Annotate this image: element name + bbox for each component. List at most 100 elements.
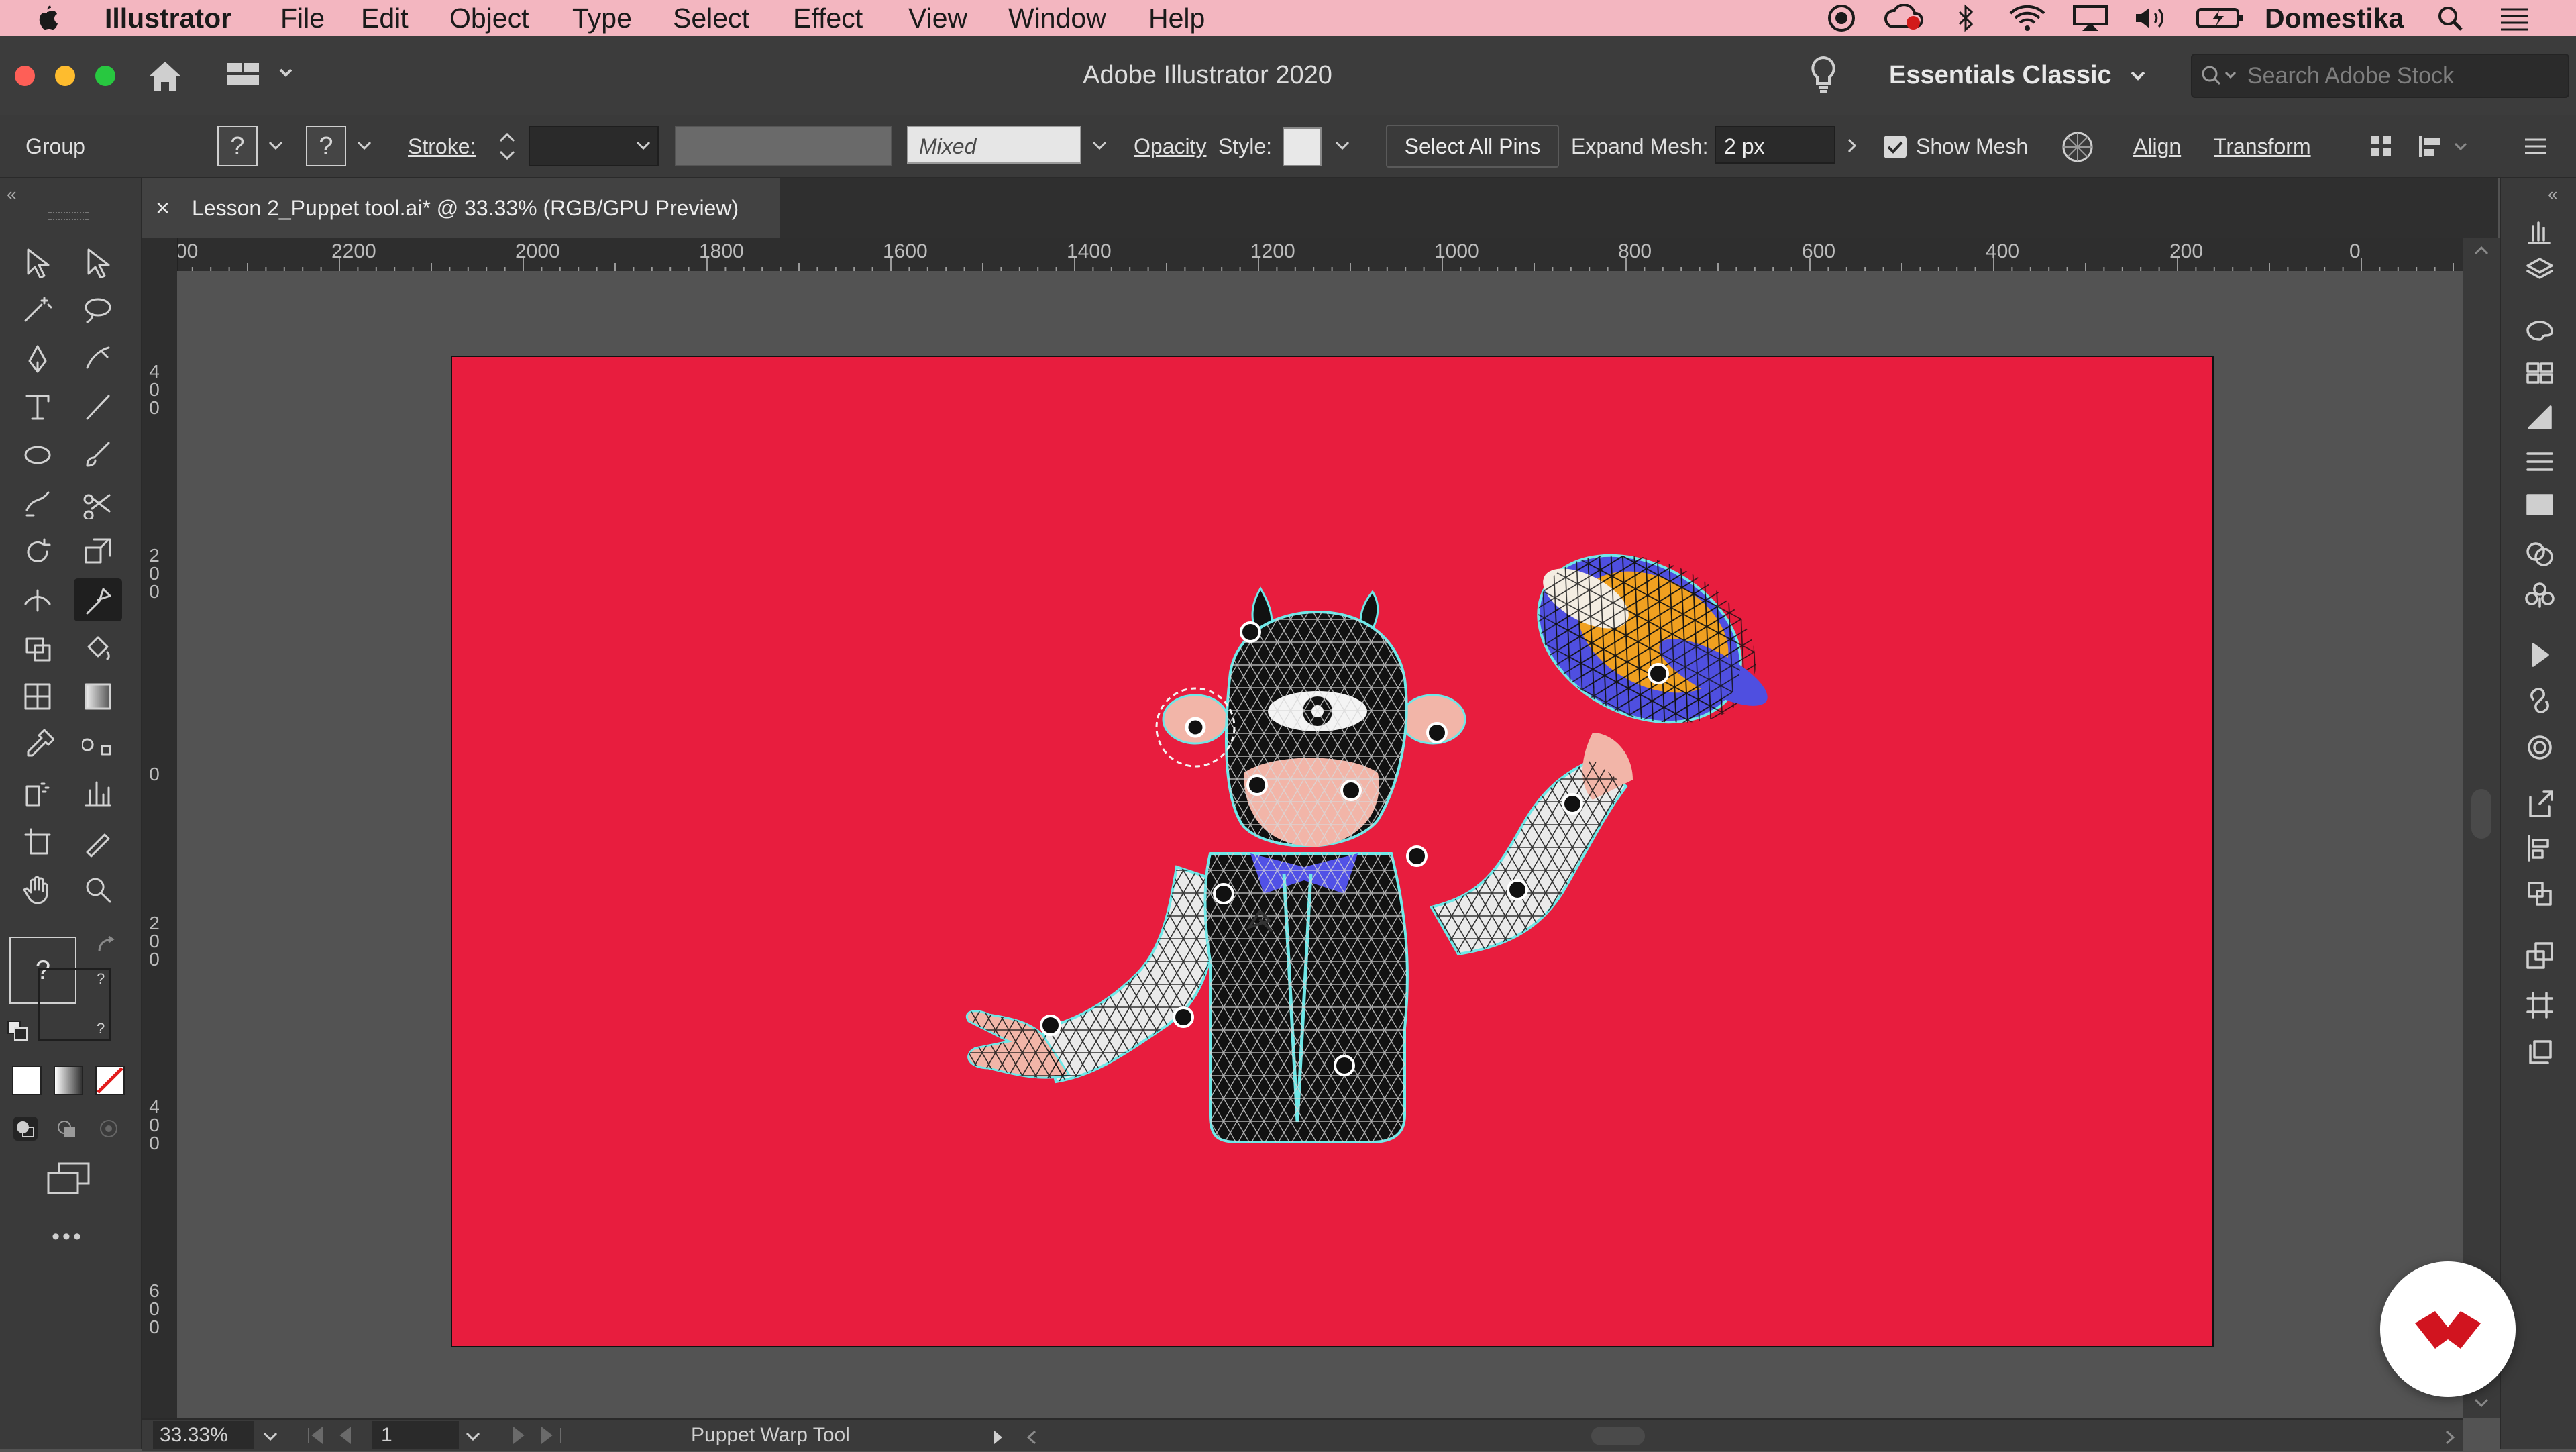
hat-shape[interactable]	[1509, 522, 1784, 756]
curvature-tool-icon[interactable]	[74, 337, 122, 380]
airplay-icon[interactable]	[2072, 4, 2109, 32]
horizontal-scroll-thumb[interactable]	[1591, 1427, 1645, 1445]
zoom-dropdown-chevron-icon[interactable]	[260, 1427, 280, 1447]
menu-window[interactable]: Window	[1008, 0, 1106, 36]
align-link[interactable]: Align	[2133, 115, 2181, 177]
type-tool-icon[interactable]	[13, 385, 62, 428]
body-shape[interactable]	[1203, 852, 1409, 1143]
puppet-pin-selected[interactable]	[1185, 717, 1206, 738]
stroke-weight-chevron-icon[interactable]	[633, 136, 653, 156]
swap-colors-icon[interactable]	[95, 935, 118, 955]
scroll-left-icon[interactable]	[1025, 1428, 1038, 1445]
artboard[interactable]	[451, 356, 2214, 1347]
shape-builder-tool-icon[interactable]	[13, 627, 62, 670]
scale-tool-icon[interactable]	[74, 530, 122, 573]
puppet-pin[interactable]	[1648, 663, 1669, 684]
puppet-pin[interactable]	[1562, 793, 1583, 815]
distribute-options-icon[interactable]	[2418, 130, 2471, 162]
puppet-warp-tool-icon[interactable]	[74, 578, 122, 621]
spotlight-icon[interactable]	[2435, 4, 2466, 32]
actions-panel-icon[interactable]	[2520, 636, 2560, 674]
transparency-panel-icon[interactable]	[2520, 531, 2560, 569]
puppet-pin[interactable]	[1173, 1006, 1194, 1028]
battery-icon[interactable]	[2195, 4, 2245, 32]
chevron-right-icon[interactable]	[1842, 136, 1862, 156]
isolate-group-icon[interactable]	[2368, 130, 2395, 162]
scroll-right-icon[interactable]	[2443, 1428, 2457, 1445]
shaper-tool-icon[interactable]	[13, 482, 62, 525]
zoom-tool-icon[interactable]	[74, 868, 122, 911]
pen-tool-icon[interactable]	[13, 337, 62, 380]
puppet-pin[interactable]	[1507, 879, 1528, 900]
menu-select[interactable]: Select	[673, 0, 749, 36]
align-panel-icon[interactable]	[2520, 829, 2560, 867]
variable-width-profile[interactable]	[675, 126, 892, 166]
asset-export-panel-icon[interactable]	[2520, 785, 2560, 823]
next-last-artboard-icon[interactable]	[504, 1425, 578, 1445]
puppet-pin[interactable]	[1334, 1055, 1355, 1076]
stroke-color-box[interactable]: ? ?	[38, 968, 111, 1041]
show-mesh-checkbox[interactable]	[1884, 136, 1907, 158]
show-mesh-label[interactable]: Show Mesh	[1916, 115, 2028, 177]
menu-type[interactable]: Type	[572, 0, 632, 36]
change-screen-mode-icon[interactable]	[44, 1161, 93, 1197]
eyedropper-tool-icon[interactable]	[13, 723, 62, 766]
expand-panels-icon[interactable]: «	[2548, 184, 2557, 205]
appearance-panel-icon[interactable]	[2520, 729, 2560, 766]
graphic-style-swatch[interactable]	[1283, 127, 1322, 166]
close-window-button[interactable]	[15, 66, 35, 86]
chevron-down-icon[interactable]	[2128, 66, 2148, 86]
artboard-dropdown-chevron-icon[interactable]	[463, 1427, 483, 1447]
live-paint-bucket-tool-icon[interactable]	[74, 627, 122, 670]
workspace-switcher[interactable]: Essentials Classic	[1889, 55, 2112, 95]
stroke-panel-icon[interactable]	[2520, 443, 2560, 480]
brush-definition-field[interactable]: Mixed	[907, 126, 1081, 164]
select-all-pins-button[interactable]: Select All Pins	[1386, 125, 1559, 168]
pathfinder-panel-icon[interactable]	[2520, 875, 2560, 913]
creative-cloud-icon[interactable]	[1884, 3, 1925, 32]
brushes-panel-icon[interactable]	[2520, 399, 2560, 436]
color-mode-button[interactable]	[12, 1066, 42, 1095]
edit-toolbar-button[interactable]: •••	[38, 1224, 98, 1250]
artboards-panel-icon[interactable]	[2520, 986, 2560, 1024]
zoom-level-field[interactable]: 33.33%	[153, 1421, 254, 1449]
volume-icon[interactable]	[2132, 4, 2169, 32]
record-icon[interactable]	[1826, 4, 1857, 32]
rotate-tool-icon[interactable]	[13, 530, 62, 573]
stroke-label[interactable]: Stroke:	[408, 115, 476, 177]
draw-inside-icon[interactable]	[95, 1115, 122, 1142]
recolor-artwork-icon[interactable]	[2061, 130, 2094, 164]
hand-tool-icon[interactable]	[13, 868, 62, 911]
opacity-link[interactable]: Opacity	[1134, 115, 1206, 177]
puppet-pin[interactable]	[1246, 774, 1268, 796]
line-segment-tool-icon[interactable]	[74, 385, 122, 428]
vertical-scroll-thumb[interactable]	[2471, 789, 2491, 839]
transform-link[interactable]: Transform	[2214, 115, 2311, 177]
current-tool-status[interactable]: Puppet Warp Tool	[691, 1420, 850, 1451]
toolbar-grip[interactable]	[48, 212, 89, 220]
puppet-character-artwork[interactable]	[452, 357, 2212, 1346]
apple-icon[interactable]	[34, 4, 60, 32]
vertical-ruler[interactable]: 4 0 0 2 0 0 0 2 0 0 4 0 0 6 0 0	[142, 238, 178, 1432]
selection-tool-icon[interactable]	[13, 240, 62, 283]
menu-help[interactable]: Help	[1148, 0, 1205, 36]
home-icon[interactable]	[146, 59, 184, 94]
symbols-panel-icon[interactable]	[2520, 576, 2560, 613]
menu-effect[interactable]: Effect	[793, 0, 863, 36]
libraries-panel-icon[interactable]	[2520, 1032, 2560, 1070]
puppet-pin[interactable]	[1406, 845, 1428, 867]
direct-selection-tool-icon[interactable]	[74, 240, 122, 283]
head-shape[interactable]	[1162, 586, 1466, 847]
document-tab[interactable]: × Lesson 2_Puppet tool.ai* @ 33.33% (RGB…	[142, 178, 780, 238]
menu-file[interactable]: File	[280, 0, 325, 36]
puppet-pin[interactable]	[1040, 1015, 1061, 1036]
right-arm-shape[interactable]	[1429, 733, 1633, 956]
scroll-down-icon[interactable]	[2473, 1396, 2490, 1409]
symbol-sprayer-tool-icon[interactable]	[13, 772, 62, 815]
paintbrush-tool-icon[interactable]	[74, 433, 122, 476]
stock-search-field[interactable]: Search Adobe Stock	[2191, 54, 2569, 98]
gradient-panel-icon[interactable]	[2520, 486, 2560, 523]
expand-mesh-input[interactable]: 2 px	[1715, 126, 1835, 164]
brush-dropdown-chevron-icon[interactable]	[1089, 136, 1110, 156]
magic-wand-tool-icon[interactable]	[13, 289, 62, 331]
